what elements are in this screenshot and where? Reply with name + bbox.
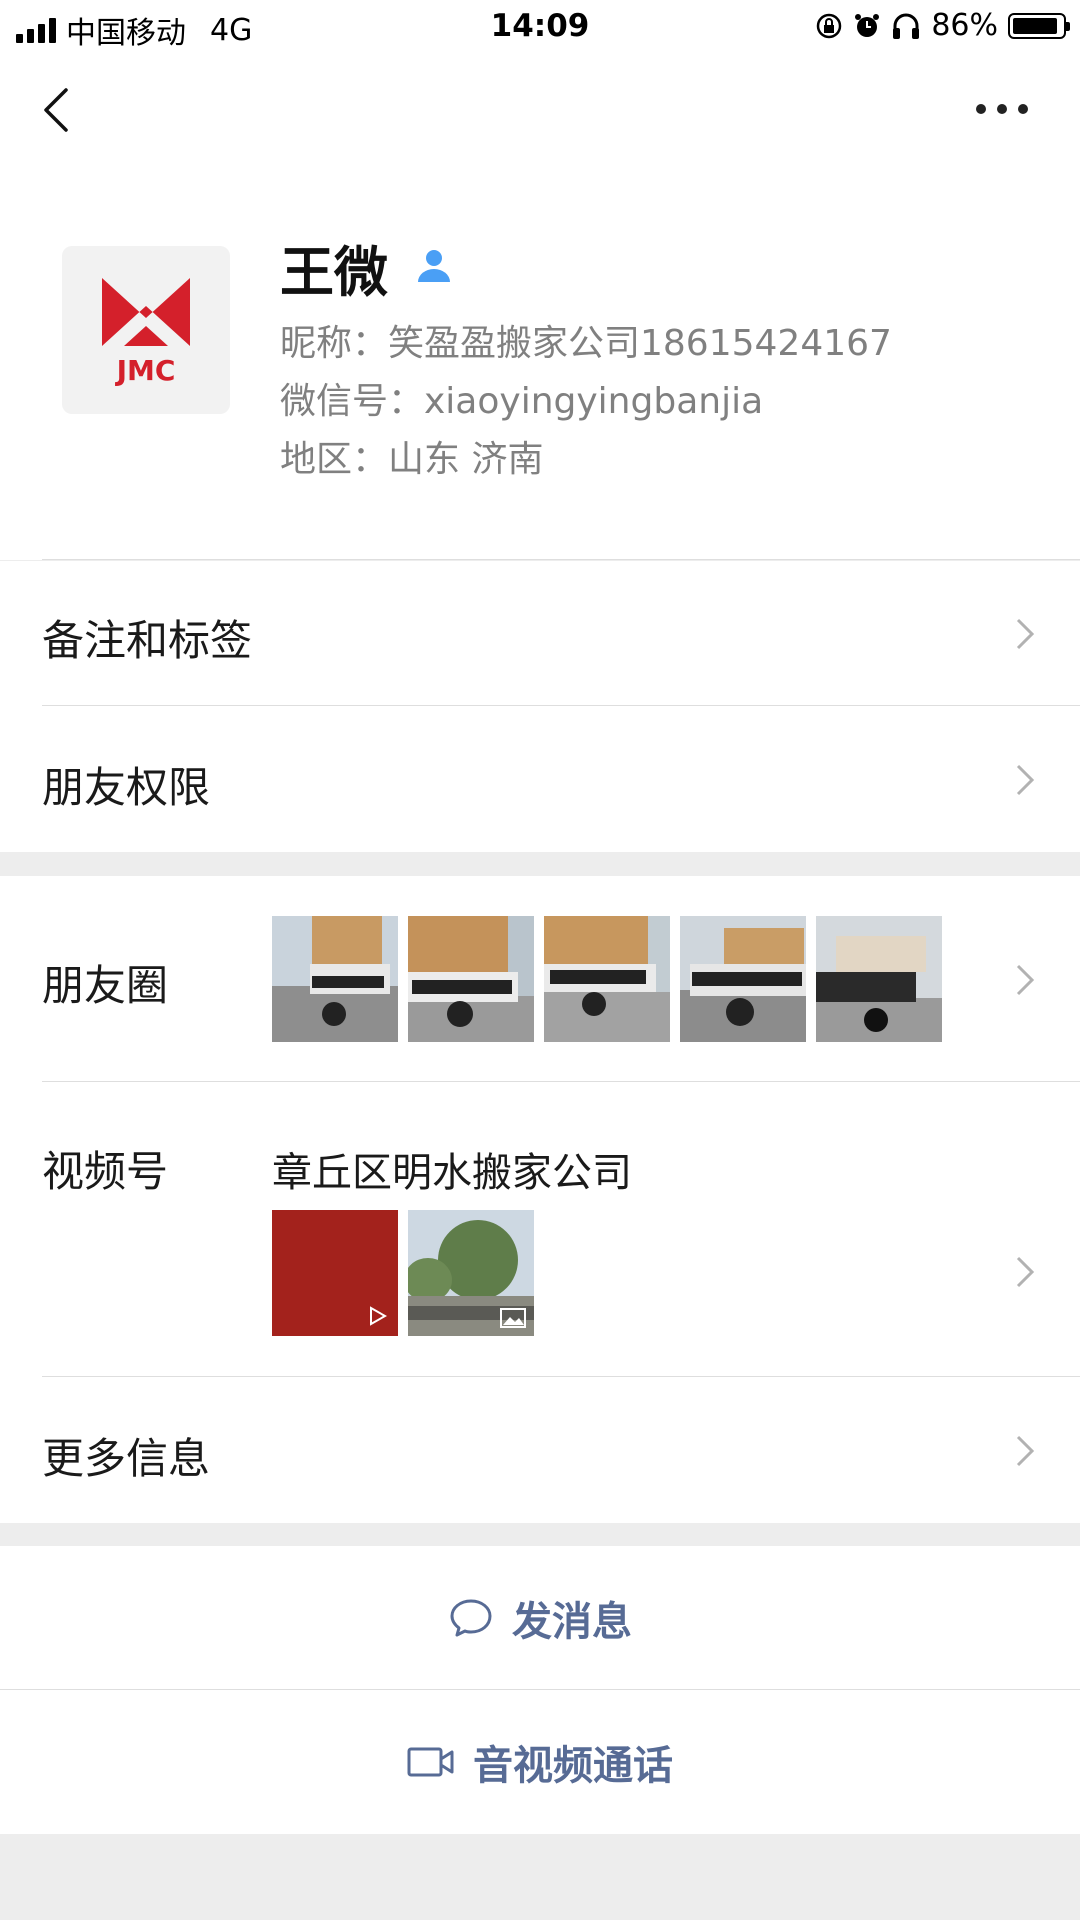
battery-icon xyxy=(1008,12,1070,39)
chat-bubble-icon xyxy=(450,1599,492,1637)
image-icon xyxy=(500,1308,526,1328)
chevron-right-icon xyxy=(1016,1256,1035,1288)
play-icon xyxy=(370,1306,388,1326)
nickname-text: 昵称：笑盈盈搬家公司18615424167 xyxy=(280,323,892,364)
rotation-lock-icon xyxy=(817,13,842,38)
video-call-label: 音视频通话 xyxy=(473,1743,673,1789)
video-camera-icon xyxy=(407,1747,454,1777)
chevron-right-icon xyxy=(1016,618,1035,650)
chevron-right-icon xyxy=(1016,964,1035,996)
divider xyxy=(42,559,1080,560)
contact-person-icon xyxy=(418,250,450,282)
channels-item[interactable]: 视频号 章丘区明水搬家公司 xyxy=(0,1082,1080,1377)
send-message-button[interactable]: 发消息 xyxy=(0,1546,1080,1690)
avatar[interactable]: JMC xyxy=(62,246,230,414)
channels-label: 视频号 xyxy=(42,1147,169,1196)
video-call-button[interactable]: 音视频通话 xyxy=(0,1690,1080,1834)
channels-account-name: 章丘区明水搬家公司 xyxy=(272,1150,632,1196)
contact-name: 王微 xyxy=(280,241,388,304)
region-text: 地区：山东 济南 xyxy=(280,439,544,480)
avatar-brand-text: JMC xyxy=(115,354,176,387)
remarks-tags-label: 备注和标签 xyxy=(42,616,253,665)
friend-permissions-label: 朋友权限 xyxy=(42,763,211,812)
more-options-icon[interactable] xyxy=(976,104,1028,118)
wechat-id-text: 微信号：xiaoyingyingbanjia xyxy=(280,381,764,422)
nav-bar xyxy=(0,56,1080,166)
channels-image-thumbnail xyxy=(408,1210,534,1336)
friend-permissions-item[interactable]: 朋友权限 xyxy=(0,706,1080,852)
chevron-right-icon xyxy=(1016,764,1035,796)
chevron-right-icon xyxy=(1016,1435,1035,1467)
moments-thumbnail-2 xyxy=(408,916,534,1042)
channels-video-thumbnail xyxy=(272,1210,398,1336)
moments-item[interactable]: 朋友圈 xyxy=(0,876,1080,1082)
profile-header: JMC 王微 昵称：笑盈盈搬家公司18615424167 微信号：xiaoyin… xyxy=(0,166,1080,560)
back-arrow-icon[interactable] xyxy=(36,84,76,136)
status-right: 86% xyxy=(815,8,1070,43)
send-message-label: 发消息 xyxy=(512,1599,632,1645)
moments-thumbnail-5 xyxy=(816,916,942,1042)
status-bar: 中国移动 4G 14:09 86% xyxy=(0,0,1080,56)
more-info-label: 更多信息 xyxy=(42,1434,211,1483)
moments-thumbnail-1 xyxy=(272,916,398,1042)
moments-label: 朋友圈 xyxy=(42,961,169,1010)
more-info-item[interactable]: 更多信息 xyxy=(0,1377,1080,1523)
moments-thumbnail-4 xyxy=(680,916,806,1042)
battery-percent: 86% xyxy=(931,8,998,43)
alarm-icon xyxy=(855,13,880,37)
headphones-icon xyxy=(893,13,920,39)
moments-thumbnail-3 xyxy=(544,916,670,1042)
remarks-tags-item[interactable]: 备注和标签 xyxy=(0,561,1080,706)
jmc-logo-icon: JMC xyxy=(102,278,190,387)
